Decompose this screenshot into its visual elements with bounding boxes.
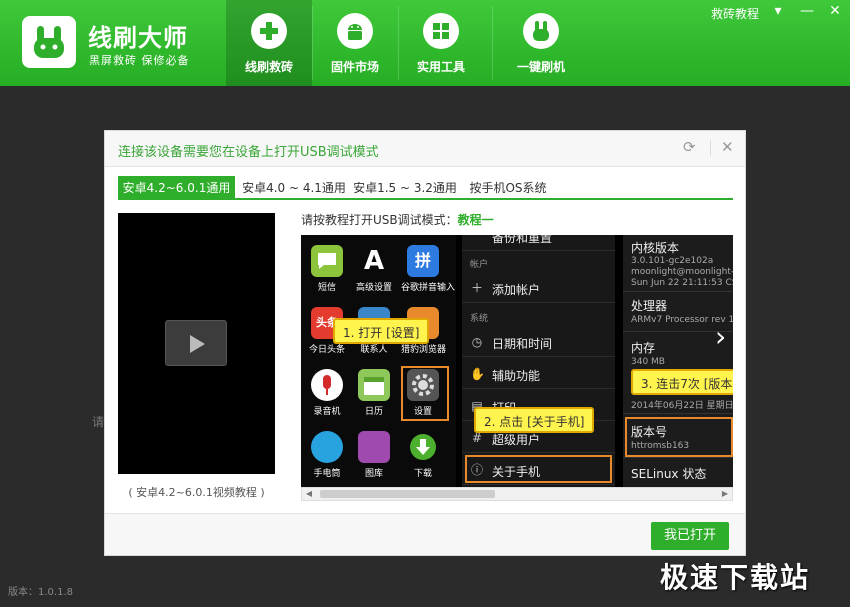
instruction-text: 请按教程打开USB调试模式：教程一 [301, 211, 494, 228]
dialog-footer: 我已打开 [105, 513, 745, 555]
minimize-button[interactable]: — [797, 3, 817, 19]
video-player[interactable] [118, 213, 275, 474]
play-button[interactable] [165, 320, 227, 366]
app-flashlight: 手电筒 [305, 431, 349, 479]
tab-android-4-0[interactable]: 安卓4.0 ~ 4.1通用 [240, 176, 348, 200]
play-icon [190, 335, 205, 353]
nav-firmware-market[interactable]: 固件市场 [312, 0, 398, 86]
kernel-line: moonlight@moonlight-d [631, 267, 733, 277]
download-icon [407, 431, 439, 463]
calendar-icon [358, 369, 390, 401]
nav-label: 实用工具 [416, 60, 465, 74]
app-title: 线刷大师 [88, 24, 188, 52]
tab-by-os[interactable]: 按手机OS系统 [463, 176, 553, 200]
menu-dropdown-icon[interactable]: ▾ [768, 3, 788, 19]
app-pinyin: 拼 谷歌拼音输入 [401, 245, 455, 293]
settings-group-account: 帐户 [470, 260, 489, 270]
settings-group-system: 系统 [470, 314, 489, 324]
tab-android-1-5[interactable]: 安卓1.5 ~ 3.2通用 [352, 176, 458, 200]
screenshot-settings: 备份和重置 帐户 ＋ 添加帐户 系统 ◷ 日期和时间 ✋ 辅助功能 ▤ 打印 # [462, 235, 615, 487]
settings-highlight [401, 366, 449, 421]
screenshots-scrollbar[interactable]: ◀ ▶ [301, 487, 733, 501]
app-calendar: 日历 [352, 369, 396, 417]
video-caption: ( 安卓4.2~6.0.1视频教程 ) [128, 486, 265, 499]
settings-row-backup: 备份和重置 [462, 235, 615, 251]
bunny-logo-icon [34, 26, 64, 58]
settings-row-add-account: ＋ 添加帐户 [462, 273, 615, 303]
app-header: 线刷大师 黑屏救砖 保修必备 线刷救砖 固件市场 实用工具 一键刷机 救砖教程 … [0, 0, 850, 86]
usb-debug-dialog: 连接该设备需要您在设备上打开USB调试模式 ⟳ ✕ 安卓4.2~6.0.1通用 … [104, 130, 746, 556]
kernel-line: 3.0.101-gc2e102a [631, 256, 714, 266]
nav-flash-rescue[interactable]: 线刷救砖 [226, 0, 312, 86]
row-divider [623, 291, 733, 292]
hand-icon: ✋ [470, 367, 485, 381]
app-gallery: 图库 [352, 431, 396, 479]
nav-tools[interactable]: 实用工具 [398, 0, 484, 86]
row-divider [623, 457, 733, 458]
rescue-tutorial-link[interactable]: 救砖教程 [711, 5, 759, 22]
version-label: 版本：1.0.1.8 [8, 587, 73, 598]
memory-value: 340 MB [631, 357, 665, 367]
plus-icon: ＋ [470, 281, 483, 295]
step1-callout: 1. 打开 [设置] [333, 318, 430, 344]
screenshot-about-phone: 内核版本 3.0.101-gc2e102a moonlight@moonligh… [623, 235, 733, 487]
watermark-text: 极速下载站 [660, 561, 811, 594]
close-button[interactable]: ✕ [825, 3, 845, 19]
puzzle-icon [251, 13, 287, 49]
clock-icon: ◷ [471, 335, 483, 349]
android-version-tabs: 安卓4.2~6.0.1通用 安卓4.0 ~ 4.1通用 安卓1.5 ~ 3.2通… [118, 176, 733, 200]
nav-label: 固件市场 [330, 60, 379, 74]
settings-row-datetime: ◷ 日期和时间 [462, 327, 615, 357]
kernel-line: Sun Jun 22 21:11:53 CST [631, 278, 733, 288]
kernel-label: 内核版本 [631, 241, 680, 255]
gallery-icon [358, 431, 390, 463]
cpu-label: 处理器 [631, 299, 668, 313]
nav-one-click-flash[interactable]: 一键刷机 [498, 0, 584, 86]
pinyin-icon: 拼 [407, 245, 439, 277]
about-phone-highlight [465, 455, 612, 483]
background-hint-text: 请 [92, 415, 105, 429]
app-logo [22, 16, 76, 68]
dialog-header: 连接该设备需要您在设备上打开USB调试模式 ⟳ ✕ [105, 131, 745, 167]
app-downloads: 下载 [401, 431, 445, 479]
row-divider [623, 413, 733, 414]
dialog-close-icon[interactable]: ✕ [721, 139, 737, 155]
flashlight-icon [311, 431, 343, 463]
next-arrow-icon[interactable]: › [715, 323, 726, 351]
app-recorder: 录音机 [305, 369, 349, 417]
scroll-left-icon[interactable]: ◀ [302, 488, 316, 500]
screenshot-home: 短信 A 高级设置 拼 谷歌拼音输入 头条 今日头条 联系人 猎豹浏览器 录音机… [301, 235, 456, 487]
nav-divider [492, 6, 493, 80]
nav-label: 线刷救砖 [244, 60, 293, 74]
step2-callout: 2. 点击 [关于手机] [474, 407, 595, 433]
memory-label: 内存 [631, 341, 656, 355]
date-value: 2014年06月22日 星期日 [631, 401, 733, 411]
selinux-label: SELinux 状态 [631, 467, 707, 481]
tutorial-screenshots: 短信 A 高级设置 拼 谷歌拼音输入 头条 今日头条 联系人 猎豹浏览器 录音机… [301, 235, 733, 487]
confirm-opened-button[interactable]: 我已打开 [651, 522, 729, 550]
header-divider [710, 140, 711, 156]
app-subtitle: 黑屏救砖 保修必备 [89, 54, 190, 67]
sms-icon [311, 245, 343, 277]
nav-label: 一键刷机 [516, 60, 565, 74]
dialog-title: 连接该设备需要您在设备上打开USB调试模式 [118, 145, 379, 160]
scroll-right-icon[interactable]: ▶ [718, 488, 732, 500]
bunny-icon [523, 13, 559, 49]
app-sms: 短信 [305, 245, 349, 293]
step3-callout: 3. 连击7次 [版本 [631, 369, 733, 395]
instruction-prefix: 请按教程打开USB调试模式： [301, 213, 458, 227]
tab-android-4-2[interactable]: 安卓4.2~6.0.1通用 [118, 176, 235, 200]
settings-row-accessibility: ✋ 辅助功能 [462, 359, 615, 389]
letter-a-icon: A [363, 246, 385, 276]
hash-icon: # [471, 431, 483, 445]
refresh-icon[interactable]: ⟳ [683, 139, 699, 155]
microphone-icon [311, 369, 343, 401]
tutorial-link[interactable]: 教程一 [458, 213, 494, 227]
grid-icon [423, 13, 459, 49]
android-icon [337, 13, 373, 49]
build-number-highlight [625, 417, 733, 457]
scroll-thumb[interactable] [320, 490, 495, 498]
app-advanced-settings: A 高级设置 [355, 246, 392, 293]
